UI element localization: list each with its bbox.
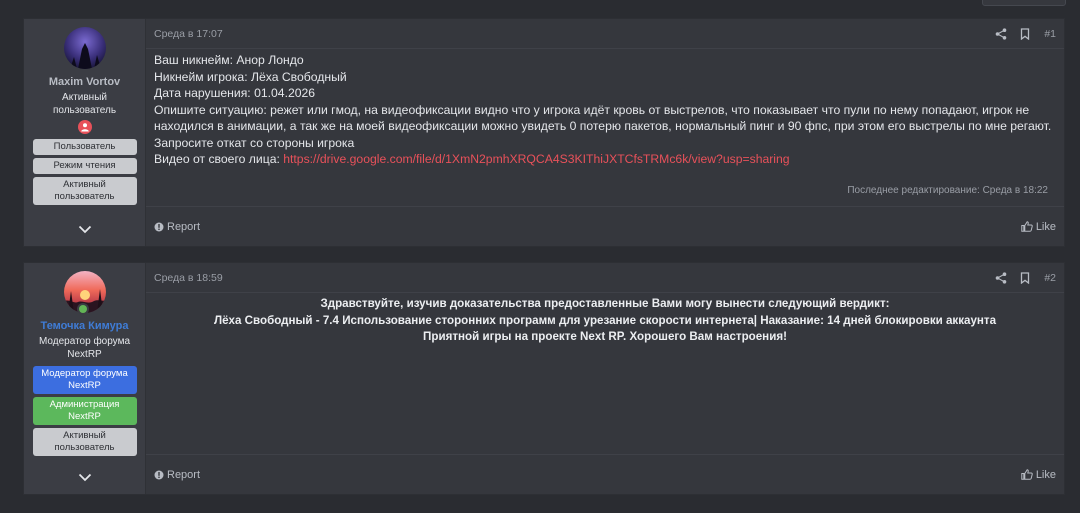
report-button[interactable]: Report bbox=[154, 221, 200, 233]
user-info: Maxim Vortov Активный пользователь Польз… bbox=[24, 19, 146, 246]
post-body: Ваш никнейм: Анор Лондо Никнейм игрока: … bbox=[146, 49, 1064, 168]
like-button[interactable]: Like bbox=[1021, 221, 1056, 233]
user-banner: Активный пользователь bbox=[32, 428, 137, 456]
chevron-down-icon[interactable] bbox=[77, 222, 93, 236]
post-header: Среда в 18:59 #2 bbox=[146, 263, 1064, 293]
user-banner: Администрация NextRP bbox=[32, 397, 137, 425]
post-number[interactable]: #1 bbox=[1044, 28, 1056, 40]
video-label: Видео от своего лица: bbox=[154, 152, 284, 166]
post-date[interactable]: Среда в 18:59 bbox=[154, 272, 223, 284]
post-footer: Report Like bbox=[146, 206, 1064, 246]
avatar[interactable] bbox=[63, 27, 106, 69]
post-line: Здравствуйте, изучив доказательства пред… bbox=[320, 297, 890, 310]
report-icon bbox=[154, 222, 164, 231]
post-header: Среда в 17:07 #1 bbox=[146, 19, 1064, 49]
post-line: Приятной игры на проекте Next RP. Хороше… bbox=[423, 330, 787, 343]
top-button[interactable] bbox=[982, 0, 1066, 6]
report-label: Report bbox=[167, 468, 201, 481]
user-role-icon bbox=[77, 120, 92, 134]
report-icon bbox=[154, 470, 164, 479]
user-info: Темочка Кимура Модератор форума NextRP М… bbox=[24, 263, 146, 494]
like-label: Like bbox=[1035, 220, 1056, 233]
share-icon[interactable] bbox=[994, 27, 1008, 41]
user-banner: Режим чтения bbox=[32, 158, 137, 174]
share-icon[interactable] bbox=[994, 271, 1008, 285]
post-body: Здравствуйте, изучив доказательства пред… bbox=[146, 293, 1064, 346]
post-1: Maxim Vortov Активный пользователь Польз… bbox=[23, 18, 1065, 247]
bookmark-icon[interactable] bbox=[1018, 27, 1032, 41]
username[interactable]: Темочка Кимура bbox=[41, 319, 129, 333]
post-date[interactable]: Среда в 17:07 bbox=[154, 28, 223, 40]
post-content: Среда в 17:07 #1 Ваш никнейм: Анор Лондо… bbox=[146, 19, 1064, 246]
user-banner: Модератор форума NextRP bbox=[32, 366, 137, 394]
post-line: Никнейм игрока: Лёха Свободный bbox=[154, 69, 347, 84]
post-2: Темочка Кимура Модератор форума NextRP М… bbox=[23, 262, 1065, 495]
video-link[interactable]: https://drive.google.com/file/d/1XmN2pmh… bbox=[283, 152, 789, 166]
report-button[interactable]: Report bbox=[154, 469, 200, 481]
post-footer: Report Like bbox=[146, 454, 1064, 494]
like-icon bbox=[1021, 469, 1033, 480]
last-edited: Последнее редактирование: Среда в 18:22 bbox=[847, 185, 1048, 196]
post-line: Лёха Свободный - 7.4 Использование сторо… bbox=[213, 313, 997, 327]
like-icon bbox=[1021, 221, 1033, 232]
user-banner: Пользователь bbox=[32, 139, 137, 155]
report-label: Report bbox=[167, 220, 201, 233]
chevron-down-icon[interactable] bbox=[77, 470, 93, 484]
bookmark-icon[interactable] bbox=[1018, 271, 1032, 285]
post-number[interactable]: #2 bbox=[1044, 272, 1056, 284]
username[interactable]: Maxim Vortov bbox=[49, 75, 120, 89]
video-line: Видео от своего лица: https://drive.goog… bbox=[154, 151, 1056, 168]
like-button[interactable]: Like bbox=[1021, 469, 1056, 481]
post-content: Среда в 18:59 #2 Здравствуйте, изучив до… bbox=[146, 263, 1064, 494]
like-label: Like bbox=[1035, 468, 1056, 481]
post-line: Опишите ситуацию: режет или гмод, на вид… bbox=[154, 102, 1052, 150]
user-banner: Активный пользователь bbox=[32, 177, 137, 205]
user-title: Модератор форума NextRP bbox=[38, 336, 130, 360]
post-line: Ваш никнейм: Анор Лондо bbox=[154, 53, 304, 67]
user-title: Активный пользователь bbox=[52, 92, 117, 116]
online-status-icon bbox=[77, 303, 89, 315]
post-line: Дата нарушения: 01.04.2026 bbox=[154, 86, 316, 100]
